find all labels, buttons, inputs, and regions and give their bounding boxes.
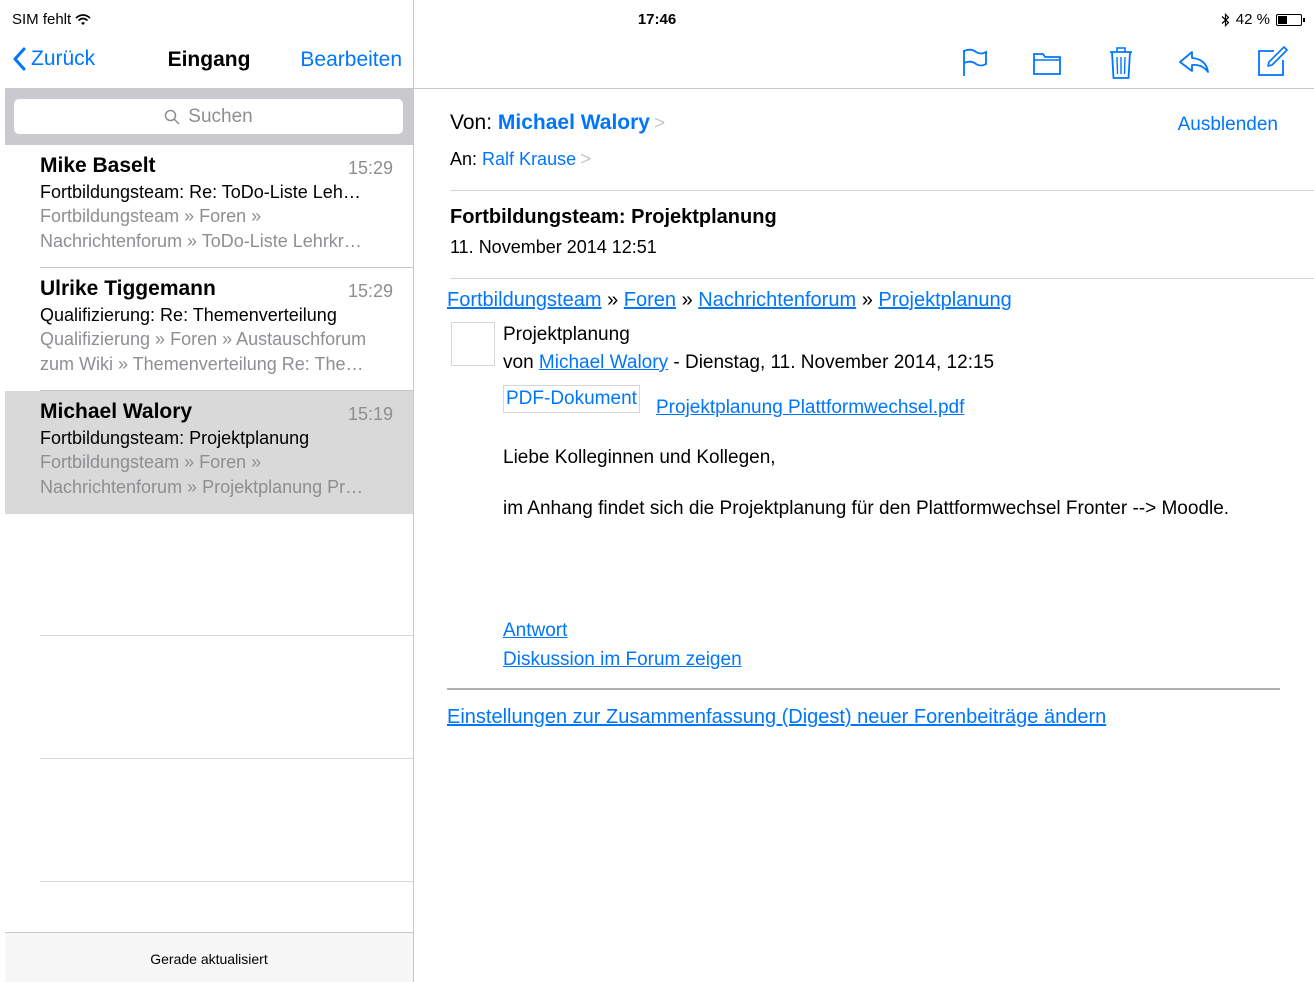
reply-link[interactable]: Antwort	[503, 620, 567, 642]
greeting-text: Liebe Kolleginnen und Kollegen,	[503, 447, 776, 468]
mail-subject: Qualifizierung: Re: Themenverteilung	[40, 305, 337, 325]
breadcrumb-separator: »	[607, 289, 619, 311]
folder-icon[interactable]	[1029, 44, 1065, 80]
breadcrumb-link[interactable]: Projektplanung	[878, 289, 1011, 311]
search-input[interactable]: Suchen	[14, 99, 403, 134]
empty-row-separator	[40, 881, 413, 882]
breadcrumb-link[interactable]: Fortbildungsteam	[447, 289, 602, 311]
mail-sender: Mike Baselt	[40, 154, 156, 177]
post-author-line: von Michael Walory - Dienstag, 11. Novem…	[503, 352, 994, 374]
author-prefix: von	[503, 352, 534, 373]
body-divider	[447, 688, 1280, 690]
mail-preview: Fortbildungsteam » Foren » Nachrichtenfo…	[40, 204, 393, 254]
message-pane: Von: Michael Walory > Ausblenden An: Ralf…	[414, 0, 1314, 982]
message-subject: Fortbildungsteam: Projektplanung	[450, 206, 777, 228]
empty-row-separator	[40, 758, 413, 759]
to-line: An: Ralf Krause >	[450, 149, 591, 171]
message-toolbar	[414, 40, 1314, 89]
digest-settings-link[interactable]: Einstellungen zur Zusammenfassung (Diges…	[447, 706, 1106, 729]
mail-list-item[interactable]: Mike Baselt 15:29 Fortbildungsteam: Re: …	[5, 145, 413, 268]
update-status-text: Gerade aktualisiert	[150, 951, 268, 967]
mail-preview-line: Nachrichtenforum » Projektplanung Pr…	[40, 477, 364, 497]
from-line: Von: Michael Walory >	[450, 111, 665, 135]
mail-preview-line: Qualifizierung » Foren » Austauschforum	[40, 329, 367, 349]
mail-list-item-selected[interactable]: Michael Walory 15:19 Fortbildungsteam: P…	[5, 391, 413, 514]
mail-list: Mike Baselt 15:29 Fortbildungsteam: Re: …	[5, 145, 413, 514]
search-bar: Suchen	[5, 89, 413, 145]
breadcrumb-link[interactable]: Nachrichtenforum	[698, 289, 856, 311]
update-status-bar: Gerade aktualisiert	[5, 932, 413, 982]
mail-time: 15:29	[347, 158, 393, 178]
mailbox-pane: Zurück Eingang Bearbeiten Suchen Mike Ba…	[5, 0, 413, 982]
trash-icon[interactable]	[1103, 44, 1139, 80]
chevron-right-icon: >	[654, 113, 666, 134]
body-paragraph: im Anhang findet sich die Projektplanung…	[503, 498, 1230, 519]
empty-row-separator	[40, 635, 413, 636]
mail-sender: Michael Walory	[40, 400, 193, 423]
avatar	[451, 322, 495, 366]
compose-icon[interactable]	[1254, 44, 1290, 80]
flag-icon[interactable]	[956, 44, 992, 80]
mail-time: 15:29	[347, 281, 393, 301]
header-divider	[450, 190, 1314, 191]
mail-preview-line: Nachrichtenforum » ToDo-Liste Lehrkr…	[40, 231, 362, 251]
mail-preview: Fortbildungsteam » Foren » Nachrichtenfo…	[40, 450, 393, 500]
mail-subject: Fortbildungsteam: Projektplanung	[40, 428, 310, 448]
breadcrumb-separator: »	[681, 289, 693, 311]
message-date: 11. November 2014 12:51	[450, 237, 657, 257]
search-placeholder: Suchen	[188, 105, 253, 127]
breadcrumb-separator: »	[861, 289, 873, 311]
breadcrumb-link[interactable]: Foren	[624, 289, 676, 311]
reply-icon[interactable]	[1176, 44, 1212, 80]
chevron-right-icon: >	[580, 149, 592, 170]
search-icon	[165, 109, 180, 125]
mail-time: 15:19	[347, 404, 393, 424]
hide-details-button[interactable]: Ausblenden	[1178, 114, 1278, 136]
mail-preview: Qualifizierung » Foren » Austauschforum …	[40, 327, 393, 377]
breadcrumb: Fortbildungsteam » Foren » Nachrichtenfo…	[447, 289, 1012, 312]
discussion-link[interactable]: Diskussion im Forum zeigen	[503, 649, 742, 671]
from-contact[interactable]: Michael Walory	[498, 111, 650, 134]
mail-sender: Ulrike Tiggemann	[40, 277, 216, 300]
attachment-link[interactable]: Projektplanung Plattformwechsel.pdf	[656, 397, 964, 419]
post-title: Projektplanung	[503, 324, 630, 345]
mail-subject: Fortbildungsteam: Re: ToDo-Liste Leh…	[40, 182, 361, 202]
header-divider	[450, 278, 1314, 279]
from-label: Von:	[450, 111, 493, 134]
mail-list-item[interactable]: Ulrike Tiggemann 15:29 Qualifizierung: R…	[5, 268, 413, 391]
mailbox-nav-bar: Zurück Eingang Bearbeiten	[5, 40, 413, 89]
mail-preview-line: Fortbildungsteam » Foren »	[40, 452, 262, 472]
to-label: An:	[450, 149, 478, 169]
pdf-attachment-icon[interactable]: PDF-Dokument	[503, 385, 640, 413]
to-contact[interactable]: Ralf Krause	[482, 149, 576, 169]
edit-button[interactable]: Bearbeiten	[300, 48, 402, 72]
author-link[interactable]: Michael Walory	[539, 352, 668, 373]
mail-preview-line: zum Wiki » Themenverteilung Re: The…	[40, 354, 364, 374]
post-date: - Dienstag, 11. November 2014, 12:15	[673, 352, 995, 373]
mail-preview-line: Fortbildungsteam » Foren »	[40, 206, 262, 226]
